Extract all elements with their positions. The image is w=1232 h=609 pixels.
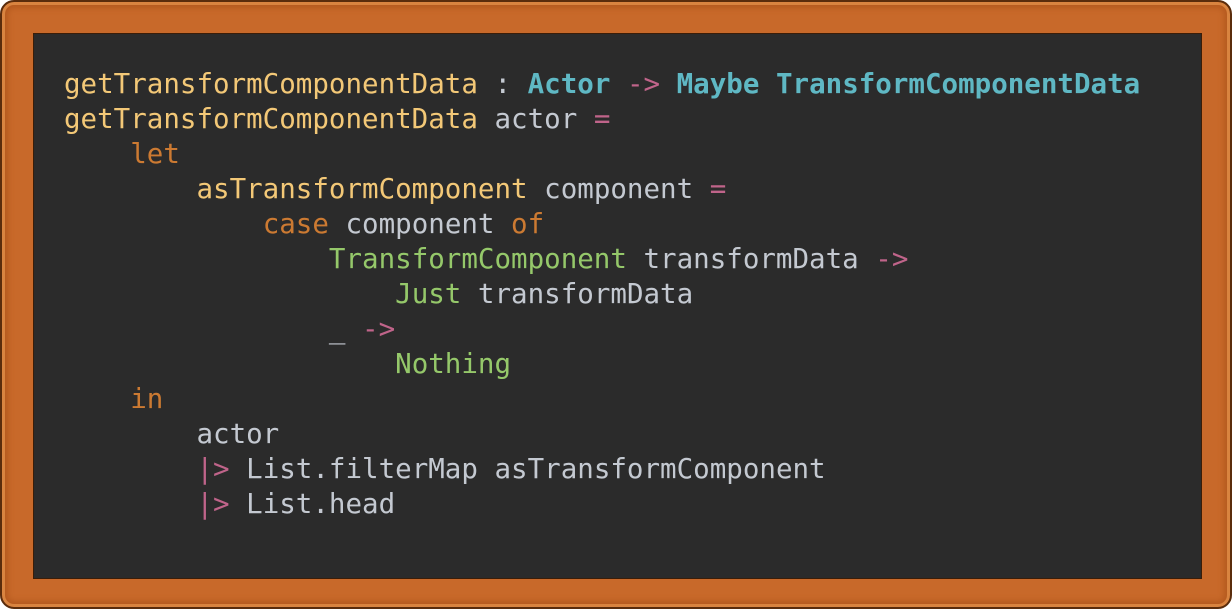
code-token: in (130, 383, 164, 415)
code-token: -> (875, 243, 909, 275)
code-block: getTransformComponentData : Actor -> May… (64, 67, 1140, 522)
code-token: -> (345, 313, 396, 345)
code-token: : (477, 68, 528, 100)
code-line: actor (64, 417, 1140, 452)
code-line: asTransformComponent component = (64, 172, 1140, 207)
code-line: |> List.head (64, 487, 1140, 522)
code-line: let (64, 137, 1140, 172)
code-token: = (709, 173, 727, 205)
code-token: -> (610, 68, 677, 100)
code-line: in (64, 382, 1140, 417)
code-token: Nothing (395, 348, 512, 380)
code-line: |> List.filterMap asTransformComponent (64, 452, 1140, 487)
code-line: _ -> (64, 312, 1140, 347)
code-token: let (130, 138, 180, 170)
code-token: |> (196, 453, 230, 485)
code-token: asTransformComponent (196, 173, 528, 205)
code-line: Nothing (64, 347, 1140, 382)
code-token: Just (395, 278, 462, 310)
code-line: getTransformComponentData : Actor -> May… (64, 67, 1140, 102)
code-line: case component of (64, 207, 1140, 242)
code-token: transformData (461, 278, 694, 310)
code-line: getTransformComponentData actor = (64, 102, 1140, 137)
code-token: getTransformComponentData (64, 103, 478, 135)
code-token: TransformComponent (328, 243, 627, 275)
code-token: component (527, 173, 710, 205)
code-token: actor (477, 103, 594, 135)
code-line: TransformComponent transformData -> (64, 242, 1140, 277)
code-token: actor (196, 418, 280, 450)
code-token: getTransformComponentData (64, 68, 478, 100)
code-token: Actor (527, 68, 611, 100)
code-token: List.filterMap asTransformComponent (229, 453, 826, 485)
code-token: _ (328, 313, 346, 345)
code-card-frame: getTransformComponentData : Actor -> May… (0, 0, 1232, 609)
code-token: Maybe TransformComponentData (676, 68, 1141, 100)
code-token: case (262, 208, 329, 240)
code-panel: getTransformComponentData : Actor -> May… (34, 34, 1201, 578)
code-token: List.head (229, 488, 396, 520)
code-token: |> (196, 488, 230, 520)
code-token: component (328, 208, 512, 240)
code-line: Just transformData (64, 277, 1140, 312)
code-token: transformData (626, 243, 876, 275)
code-token: = (593, 103, 611, 135)
code-token: of (511, 208, 545, 240)
